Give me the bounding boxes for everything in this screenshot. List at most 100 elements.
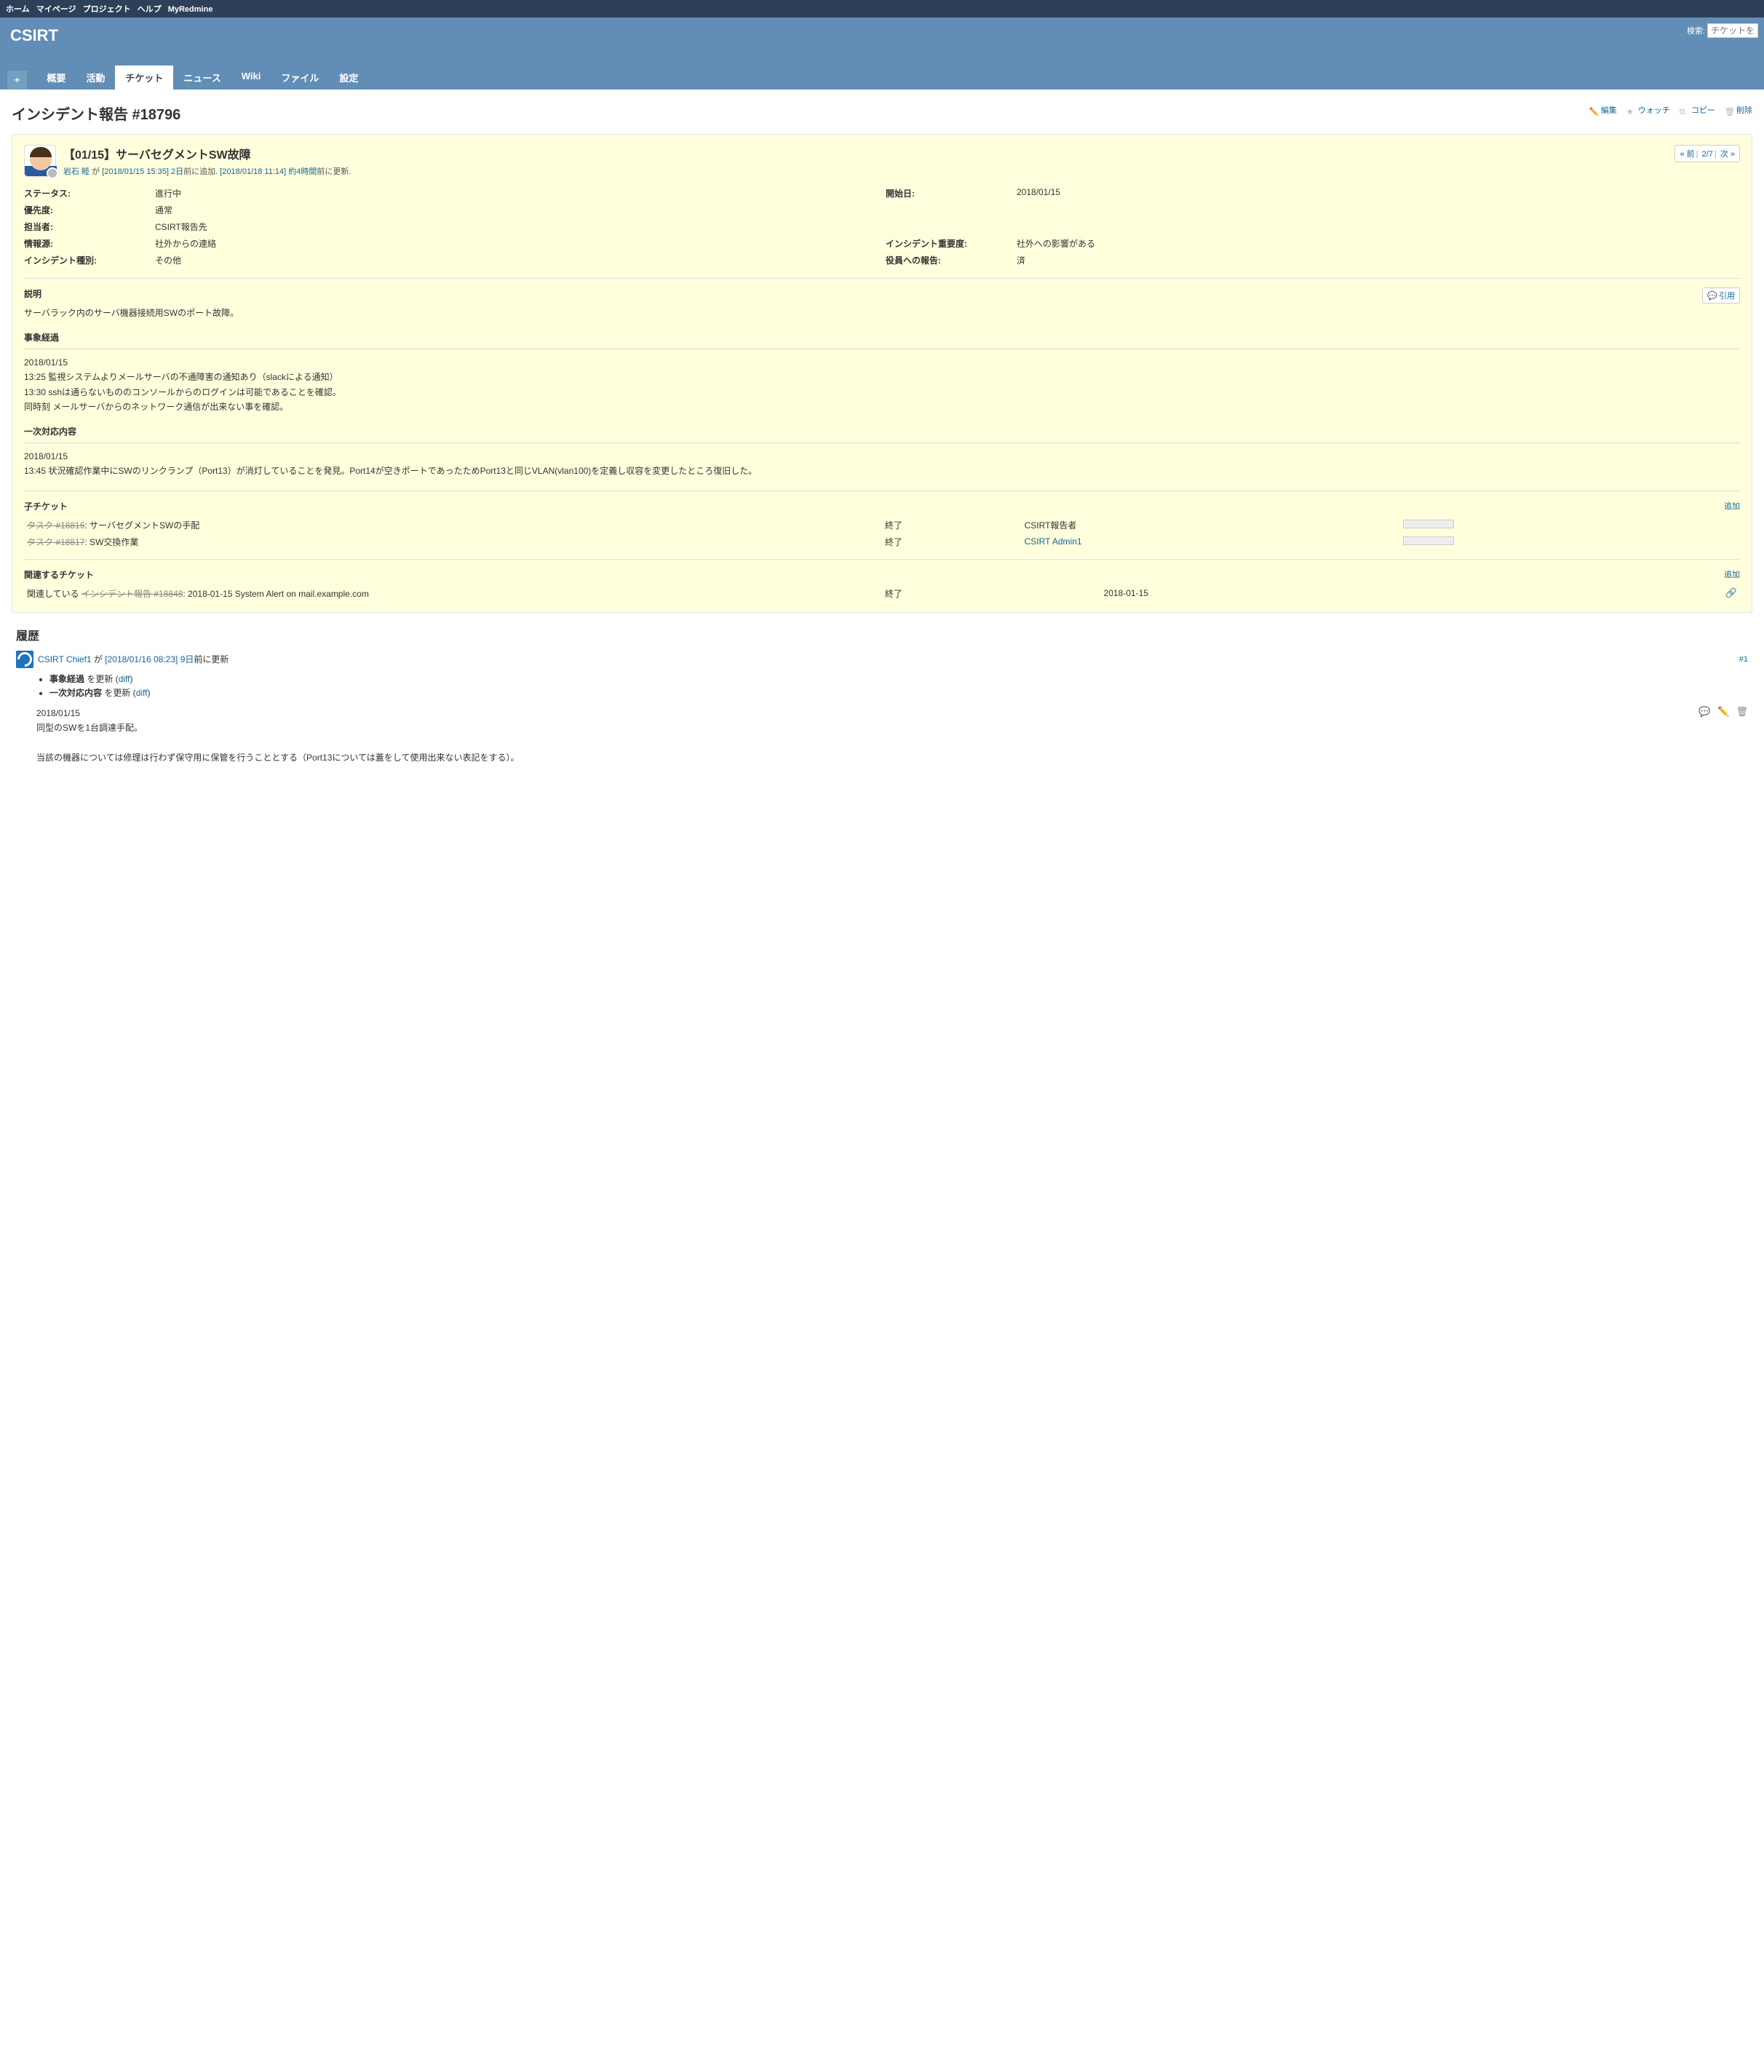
add-relation-link[interactable]: 追加 (1724, 568, 1740, 580)
search-box: 検索: (1687, 23, 1758, 38)
status-value: 進行中 (155, 187, 878, 199)
status-label: ステータス: (24, 187, 148, 199)
startdate-label: 開始日: (886, 187, 1009, 199)
assignee-label: 担当者: (24, 221, 148, 233)
list-item: 一次対応内容 を更新 (diff) (49, 686, 1748, 699)
issue-position[interactable]: 2/7 (1702, 150, 1713, 159)
author-link[interactable]: 岩石 睦 (63, 167, 90, 176)
severity-label: インシデント重要度: (886, 237, 1009, 250)
edit-link[interactable]: ✏️編集 (1589, 106, 1617, 115)
issue-subject: 【01/15】サーバセグメントSW故障 (63, 145, 351, 162)
new-item-button[interactable]: + (7, 71, 27, 90)
history: 履歴 CSIRT Chief1 が [2018/01/16 08:23] 9日前… (12, 626, 1752, 766)
description-summary: サーバラック内のサーバ機器接続用SWのポート故障。 (24, 306, 1740, 320)
nav-myredmine[interactable]: MyRedmine (168, 5, 213, 14)
journal-actions: 💬 ✏️ 🗑 (1694, 706, 1748, 718)
table-row: タスク #18817: SW交換作業 終了 CSIRT Admin1 (24, 533, 1740, 550)
section-first-response: 一次対応内容 (24, 424, 1740, 442)
quote-button[interactable]: 💬引用 (1702, 287, 1740, 303)
copy-link[interactable]: ⧉コピー (1680, 106, 1715, 115)
created-timestamp[interactable]: [2018/01/15 15:35] 2日 (102, 167, 183, 176)
attributes-grid: ステータス: 進行中 開始日: 2018/01/15 優先度: 通常 担当者: … (24, 187, 1740, 266)
diff-link[interactable]: diff (136, 688, 148, 698)
priority-label: 優先度: (24, 204, 148, 216)
top-bar: ホーム マイページ プロジェクト ヘルプ MyRedmine (0, 0, 1764, 17)
journal-line: 当該の機器については修理は行わず保守用に保管を行うこととする（Port13につい… (36, 750, 1748, 765)
subtask-link[interactable]: タスク #18816 (27, 520, 84, 531)
subtask-assignee-link[interactable]: CSIRT Admin1 (1025, 536, 1082, 547)
subtasks-table: タスク #18816: サーバセグメントSWの手配 終了 CSIRT報告者 タス… (24, 517, 1740, 550)
journal-body: 2018/01/15 同型のSWを1台調達手配。 当該の機器については修理は行わ… (36, 706, 1748, 766)
exec-report-label: 役員への報告: (886, 254, 1009, 266)
page-title: インシデント報告 #18796 (12, 103, 1752, 124)
nav-home[interactable]: ホーム (6, 5, 30, 14)
subtask-link[interactable]: タスク #18817 (27, 537, 84, 547)
source-value: 社外からの連絡 (155, 237, 878, 250)
kind-value: その他 (155, 254, 878, 266)
journal-entry: CSIRT Chief1 が [2018/01/16 08:23] 9日前に更新… (16, 651, 1748, 766)
assignee-value: CSIRT報告先 (155, 221, 878, 233)
kind-label: インシデント種別: (24, 254, 148, 266)
project-title[interactable]: CSIRT (10, 26, 58, 66)
nav-help[interactable]: ヘルプ (138, 5, 162, 14)
progress-bar (1403, 520, 1454, 528)
history-label: 履歴 (16, 626, 1748, 643)
delete-link[interactable]: 🗑削除 (1725, 106, 1752, 115)
table-row: 関連している インシデント報告 #18848: 2018-01-15 Syste… (24, 585, 1740, 602)
subtask-assignee: CSIRT報告者 (1022, 517, 1400, 533)
journal-timestamp[interactable]: [2018/01/16 08:23] 9日 (105, 654, 194, 664)
quote-icon[interactable]: 💬 (1699, 706, 1710, 717)
timeline-line: 13:25 監視システムよりメールサーバの不通障害の通知あり（slackによる通… (24, 370, 1740, 384)
source-label: 情報源: (24, 237, 148, 250)
journal-user-link[interactable]: CSIRT Chief1 (38, 654, 92, 664)
tab-files[interactable]: ファイル (271, 66, 329, 90)
journal-line: 2018/01/15 (36, 706, 1748, 721)
add-subtask-link[interactable]: 追加 (1724, 500, 1740, 512)
description-label: 説明 (24, 287, 1740, 300)
delete-icon[interactable]: 🗑 (1736, 706, 1748, 717)
prev-issue[interactable]: « 前 (1680, 150, 1694, 159)
nav-projects[interactable]: プロジェクト (83, 5, 131, 14)
priority-value: 通常 (155, 204, 878, 216)
copy-icon: ⧉ (1680, 108, 1690, 118)
tab-wiki[interactable]: Wiki (231, 66, 271, 90)
timeline-line: 同時刻 メールサーバからのネットワーク通信が出来ない事を確認。 (24, 400, 1740, 414)
list-item: 事象経過 を更新 (diff) (49, 672, 1748, 685)
search-input[interactable] (1707, 23, 1758, 38)
issue-header: 【01/15】サーバセグメントSW故障 岩石 睦 が [2018/01/15 1… (24, 145, 1674, 177)
response-line: 2018/01/15 (24, 449, 1740, 464)
edit-icon[interactable]: ✏️ (1717, 706, 1729, 717)
speech-bubble-icon: 💬 (1707, 292, 1717, 301)
main-menu: + 概要 活動 チケット ニュース Wiki ファイル 設定 (0, 66, 1764, 90)
next-issue[interactable]: 次 » (1720, 150, 1735, 159)
section-timeline: 事象経過 (24, 330, 1740, 349)
header: 検索: CSIRT + 概要 活動 チケット ニュース Wiki ファイル 設定 (0, 17, 1764, 90)
startdate-value: 2018/01/15 (1017, 187, 1740, 199)
tab-overview[interactable]: 概要 (36, 66, 76, 90)
journal-anchor[interactable]: #1 (1739, 655, 1748, 664)
tab-issues[interactable]: チケット (115, 66, 173, 90)
star-icon: ★ (1626, 107, 1637, 117)
diff-link[interactable]: diff (119, 674, 130, 684)
subtask-status: 終了 (882, 517, 1022, 533)
response-line: 13:45 状況確認作業中にSWのリンクランプ（Port13）が消灯していること… (24, 464, 1740, 478)
pencil-icon: ✏️ (1589, 107, 1600, 117)
tab-settings[interactable]: 設定 (329, 66, 368, 90)
related-status: 終了 (882, 585, 1101, 602)
unlink-icon[interactable]: 🔗 (1725, 587, 1737, 598)
nav-mypage[interactable]: マイページ (36, 5, 76, 14)
journal-line: 同型のSWを1台調達手配。 (36, 721, 1748, 735)
severity-value: 社外への影響がある (1017, 237, 1740, 250)
watch-link[interactable]: ★ウォッチ (1626, 106, 1670, 115)
timeline-line: 2018/01/15 (24, 355, 1740, 370)
trash-icon: 🗑 (1725, 107, 1735, 117)
content: ✏️編集 ★ウォッチ ⧉コピー 🗑削除 インシデント報告 #18796 « 前|… (0, 90, 1764, 785)
related-link[interactable]: インシデント報告 #18848 (82, 589, 183, 599)
related-date: 2018-01-15 (1101, 585, 1575, 602)
updated-timestamp[interactable]: [2018/01/18 11:14] 約4時間 (220, 167, 317, 176)
author-avatar (24, 145, 56, 177)
subtask-status: 終了 (882, 533, 1022, 550)
tab-news[interactable]: ニュース (173, 66, 231, 90)
tab-activity[interactable]: 活動 (76, 66, 115, 90)
journal-details: 事象経過 を更新 (diff) 一次対応内容 を更新 (diff) (36, 672, 1748, 699)
